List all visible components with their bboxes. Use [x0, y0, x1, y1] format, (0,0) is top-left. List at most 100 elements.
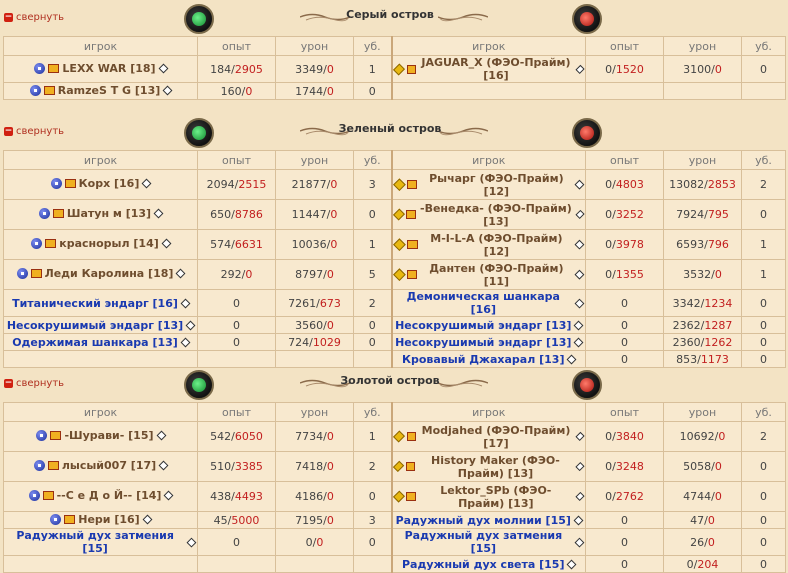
player-name-link[interactable]: Нери [16]	[78, 513, 139, 526]
info-icon[interactable]	[158, 460, 169, 471]
bot-name-link[interactable]: Кровавый Джахарал [13]	[402, 353, 564, 366]
player-name-link[interactable]: Рычарг (ФЭО-Прайм) [12]	[420, 172, 572, 198]
bot-name-link[interactable]: Несокрушимый эндарг [13]	[395, 319, 571, 332]
info-icon[interactable]	[573, 320, 584, 330]
name-cell: Рычарг (ФЭО-Прайм) [12]	[391, 169, 586, 200]
player-name-link[interactable]: Modjahed (ФЭО-Прайм) [17]	[419, 424, 572, 450]
kills-cell: 0	[741, 333, 786, 351]
name-cell: Демоническая шанкара [16]	[391, 289, 586, 317]
bot-name-link[interactable]: Радужный дух света [15]	[402, 558, 564, 571]
player-name-link[interactable]: RamzeS T G [13]	[58, 84, 161, 97]
info-icon[interactable]	[567, 354, 577, 364]
damage-extra-value: 795	[707, 208, 729, 221]
damage-extra-value: 0	[326, 513, 334, 527]
info-icon[interactable]	[175, 268, 186, 279]
info-icon[interactable]	[575, 461, 585, 472]
exp-value: 0	[605, 62, 613, 76]
info-icon[interactable]	[574, 269, 585, 280]
info-icon[interactable]	[573, 337, 584, 347]
info-icon[interactable]	[574, 298, 585, 308]
bot-name-link[interactable]: Титанический эндарг [16]	[12, 297, 178, 310]
collapse-button[interactable]: − свернуть	[4, 378, 64, 389]
info-icon[interactable]	[574, 179, 585, 190]
bot-name-link[interactable]: Радужный дух затмения [15]	[6, 529, 184, 555]
damage-value: 7924	[676, 208, 705, 221]
kills-cell: 1	[741, 229, 786, 260]
clan-crest-icon	[28, 490, 40, 501]
red-team-emblem-icon	[572, 4, 602, 34]
player-name-link[interactable]: JAGUAR_X (ФЭО-Прайм) [16]	[419, 56, 572, 82]
name-cell: Дантен (ФЭО-Прайм) [11]	[391, 259, 586, 290]
kills-value: 0	[760, 557, 767, 571]
player-name-link[interactable]: Дантен (ФЭО-Прайм) [11]	[420, 262, 572, 288]
info-icon[interactable]	[162, 85, 173, 95]
player-name-link[interactable]: LEXX WAR [18]	[62, 62, 155, 75]
info-icon[interactable]	[574, 537, 585, 547]
player-name-link[interactable]: Шатун м [13]	[67, 207, 151, 220]
player-name-link[interactable]: Lektor_SPb (ФЭО-Прайм) [13]	[419, 484, 573, 510]
exp-cell	[197, 555, 276, 573]
player-name-link[interactable]: Леди Каролина [18]	[45, 267, 174, 280]
name-wrap: LEXX WAR [18]	[34, 62, 169, 75]
player-name-link[interactable]: лысый007 [17]	[62, 459, 156, 472]
damage-cell: 8797/0	[275, 259, 354, 290]
table-row: Радужный дух света [15] 0 0/204 0	[3, 555, 786, 573]
info-icon[interactable]	[161, 238, 172, 249]
info-icon[interactable]	[163, 490, 174, 501]
info-icon[interactable]	[185, 320, 196, 330]
info-icon[interactable]	[158, 63, 169, 73]
damage-value: 13082	[669, 178, 705, 191]
column-header: уб.	[741, 402, 786, 422]
exp-cell: 292/0	[197, 259, 276, 290]
name-cell: Радужный дух молнии [15]	[391, 511, 586, 529]
damage-cell: 724/1029	[275, 333, 354, 351]
clan-crest-icon	[34, 62, 46, 74]
player-name-link[interactable]: -Шурави- [15]	[64, 429, 153, 442]
info-icon[interactable]	[180, 337, 191, 347]
info-icon[interactable]	[573, 515, 584, 525]
info-icon[interactable]	[567, 559, 577, 569]
exp-max-value: 5000	[231, 513, 260, 527]
table-row: краснорыл [14] 574/6631 10036/0 1 M-I-L-A (Ф…	[3, 229, 786, 260]
player-name-link[interactable]: --С е Д о Й-- [14]	[57, 489, 162, 502]
battle-table: игрок опыт урон уб. игрок опыт урон уб. LEXX WAR…	[3, 36, 786, 100]
name-cell: Кровавый Джахарал [13]	[391, 350, 586, 368]
info-icon[interactable]	[142, 514, 153, 524]
player-name-link[interactable]: M-I-L-A (ФЭО-Прайм) [12]	[421, 232, 573, 258]
player-name-link[interactable]: -Венедка- (ФЭО-Прайм) [13]	[419, 202, 573, 228]
info-icon[interactable]	[180, 298, 191, 308]
bot-name-link[interactable]: Демоническая шанкара [16]	[395, 290, 573, 316]
bot-name-link[interactable]: Радужный дух затмения [15]	[395, 529, 573, 555]
table-row: Леди Каролина [18] 292/0 8797/0 5 Дантен (ФЭ…	[3, 259, 786, 290]
kills-cell: 0	[353, 333, 393, 351]
bot-name-link[interactable]: Несокрушимый эндарг [13]	[395, 336, 571, 349]
info-icon[interactable]	[186, 537, 197, 547]
bot-name-link[interactable]: Одержимая шанкара [13]	[12, 336, 178, 349]
info-icon[interactable]	[141, 178, 152, 189]
exp-value: 542	[210, 430, 232, 443]
damage-cell: 21877/0	[275, 169, 354, 200]
table-row: LEXX WAR [18] 184/2905 3349/0 1 JAGUAR_X (ФЭ…	[3, 55, 786, 83]
collapse-button[interactable]: − свернуть	[4, 12, 64, 23]
info-icon[interactable]	[575, 209, 585, 220]
name-cell: M-I-L-A (ФЭО-Прайм) [12]	[391, 229, 586, 260]
collapse-button[interactable]: − свернуть	[4, 126, 64, 137]
info-icon[interactable]	[575, 64, 585, 74]
info-icon[interactable]	[156, 430, 166, 441]
name-cell: Корх [16]	[3, 169, 198, 200]
damage-value: 6593	[676, 238, 705, 251]
bot-name-link[interactable]: Радужный дух молнии [15]	[396, 514, 571, 527]
info-icon[interactable]	[574, 239, 585, 250]
damage-extra-value: 0	[316, 535, 324, 549]
exp-value: 45	[213, 513, 228, 527]
info-icon[interactable]	[575, 431, 585, 442]
info-icon[interactable]	[153, 208, 164, 219]
kills-cell: 0	[741, 199, 786, 230]
player-name-link[interactable]: Корх [16]	[79, 177, 140, 190]
name-wrap: -Шурави- [15]	[36, 429, 166, 442]
table-row: Титанический эндарг [16] 0 7261/673 2 Демони…	[3, 289, 786, 317]
bot-name-link[interactable]: Несокрушимый эндарг [13]	[7, 319, 183, 332]
info-icon[interactable]	[575, 491, 585, 502]
player-name-link[interactable]: History Maker (ФЭО-Прайм) [13]	[418, 454, 574, 480]
player-name-link[interactable]: краснорыл [14]	[59, 237, 159, 250]
